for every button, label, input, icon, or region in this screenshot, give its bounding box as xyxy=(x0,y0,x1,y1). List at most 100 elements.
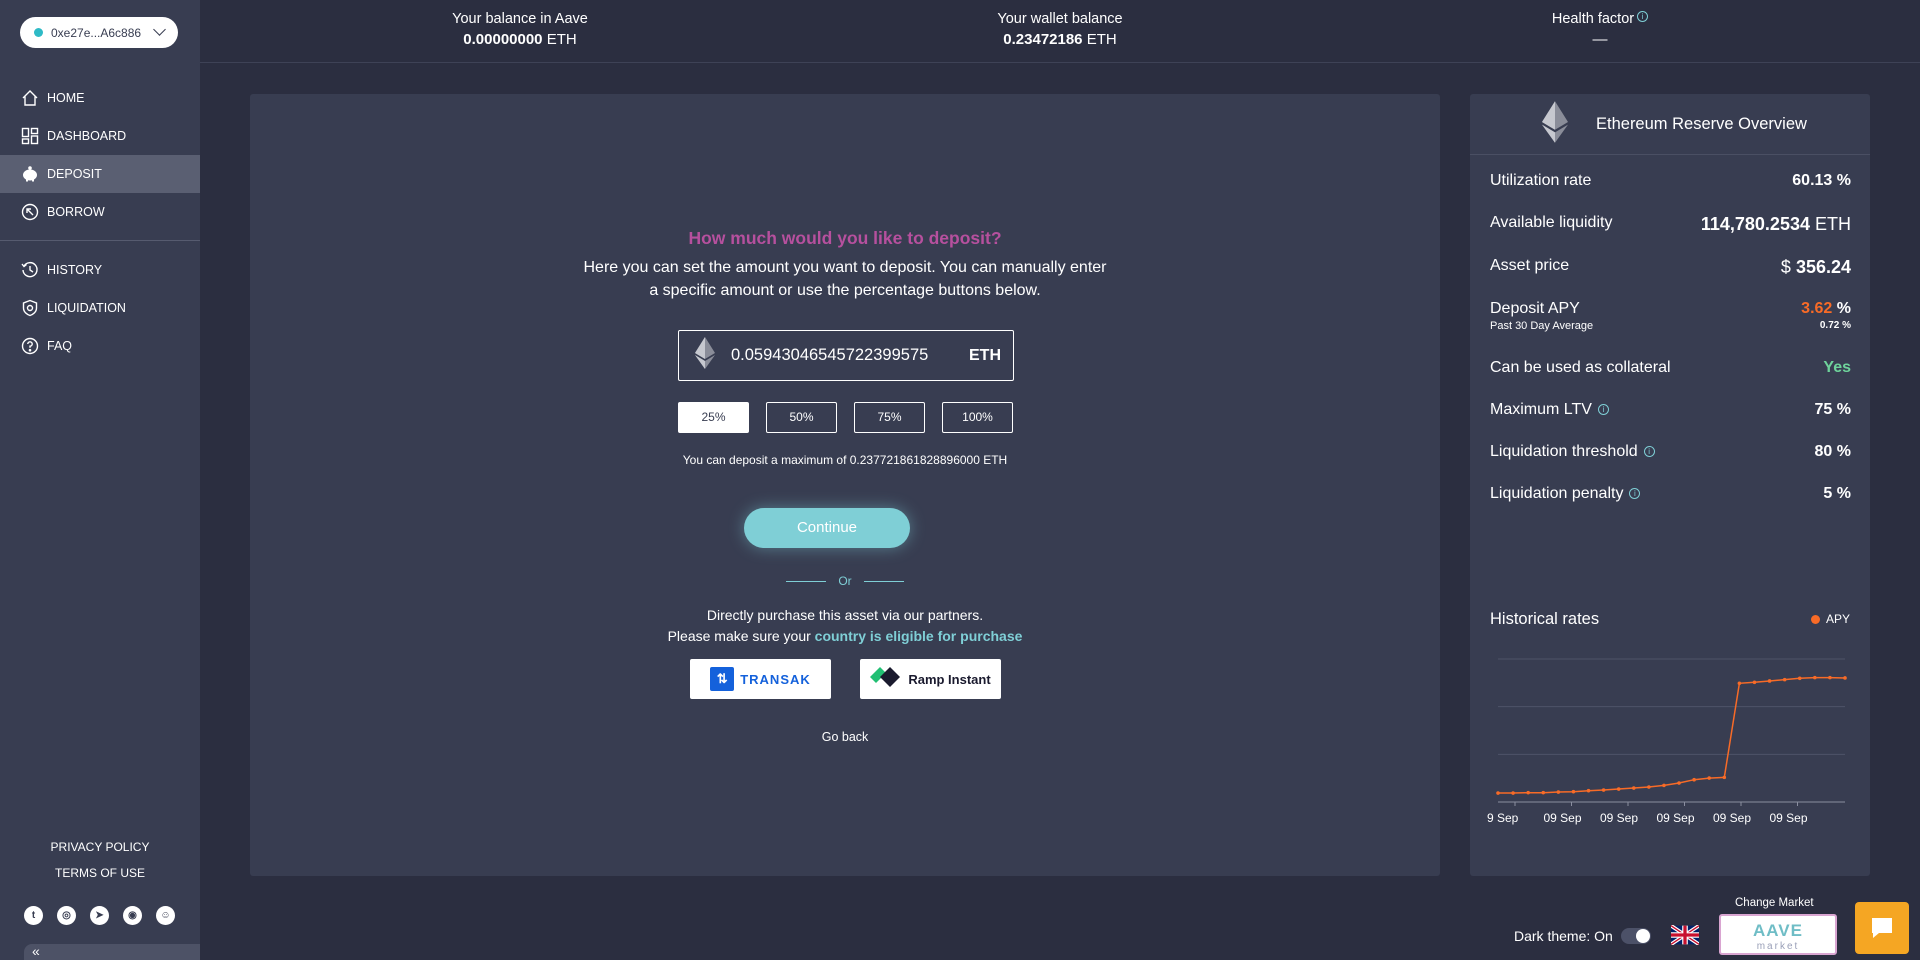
apy-data-point xyxy=(1662,783,1666,788)
nav-item-label: FAQ xyxy=(47,339,73,353)
info-icon[interactable]: i xyxy=(1643,446,1655,458)
nav-item-dashboard[interactable]: DASHBOARD xyxy=(0,117,200,155)
apy-data-point xyxy=(1707,776,1712,780)
or-divider: Or xyxy=(250,574,1440,588)
apy-data-point xyxy=(1843,676,1847,680)
info-icon[interactable]: i xyxy=(1637,11,1649,22)
wallet-balance: Your wallet balance 0.23472186 ETH xyxy=(960,11,1160,48)
partner-line-1: Directly purchase this asset via our par… xyxy=(706,607,984,623)
aave-balance-value: 0.00000000 xyxy=(463,31,543,48)
utilization-label: Utilization rate xyxy=(1490,172,1592,189)
partner-line-2: Please make sure your xyxy=(667,628,815,644)
reserve-overview-panel: Ethereum Reserve Overview Utilization ra… xyxy=(1470,94,1870,876)
liquidity-label: Available liquidity xyxy=(1490,214,1613,231)
instagram-icon[interactable]: ◎ xyxy=(57,906,76,925)
aave-balance: Your balance in Aave 0.00000000 ETH xyxy=(420,11,620,48)
amount-value[interactable]: 0.05943046545722399575 xyxy=(731,346,969,365)
apy-data-point xyxy=(1828,675,1832,680)
max-deposit-note: You can deposit a maximum of 0.237721861… xyxy=(682,453,1008,467)
threshold-label: Liquidation threshold xyxy=(1490,443,1638,460)
chart-x-tick-label: 9 Sep xyxy=(1487,811,1519,825)
market-name: AAVE xyxy=(1753,921,1803,940)
wallet-address-button[interactable]: 0xe27e...A6c886 xyxy=(20,17,178,48)
deposit-apy-unit: % xyxy=(1836,300,1851,317)
ramp-button[interactable]: Ramp Instant xyxy=(860,659,1001,699)
continue-button[interactable]: Continue xyxy=(744,508,910,548)
historical-rates-title: Historical rates xyxy=(1490,610,1600,628)
amount-input[interactable]: 0.05943046545722399575 ETH xyxy=(678,330,1014,381)
eligibility-link[interactable]: country is eligible for purchase xyxy=(815,628,1023,644)
deposit-apy-value: 3.62 xyxy=(1801,300,1833,317)
asset-price-currency: $ xyxy=(1780,257,1791,277)
apy-data-point xyxy=(1616,787,1621,791)
percent-50-button[interactable]: 50% xyxy=(766,402,837,433)
wallet-balance-label: Your wallet balance xyxy=(997,11,1123,27)
social-links: t ◎ ➤ ◉ ☺ xyxy=(24,906,175,925)
penalty-label: Liquidation penalty xyxy=(1490,485,1624,502)
ltv-label: Maximum LTV xyxy=(1490,401,1592,418)
nav-item-liquidation[interactable]: LIQUIDATION xyxy=(0,289,200,327)
deposit-question: How much would you like to deposit? xyxy=(688,228,1002,248)
nav-item-home[interactable]: HOME xyxy=(0,79,200,117)
transak-logo-icon: ⇅ xyxy=(710,667,735,691)
chat-icon xyxy=(1872,918,1892,938)
apy-data-point xyxy=(1556,790,1561,794)
liquidity-value: 114,780.2534 xyxy=(1700,214,1810,234)
nav-item-history[interactable]: HISTORY xyxy=(0,251,200,289)
twitter-icon[interactable]: t xyxy=(24,906,43,925)
reserve-header: Ethereum Reserve Overview xyxy=(1470,94,1870,155)
info-icon[interactable]: i xyxy=(1629,488,1641,500)
uk-flag-icon[interactable] xyxy=(1671,925,1699,945)
percent-100-button[interactable]: 100% xyxy=(942,402,1013,433)
nav-item-borrow[interactable]: BORROW xyxy=(0,193,200,231)
apy-data-point xyxy=(1586,788,1591,793)
amount-unit: ETH xyxy=(969,346,1001,364)
chart-x-tick-label: 09 Sep xyxy=(1600,811,1638,825)
apy-data-point xyxy=(1541,790,1546,795)
dark-theme-toggle-row: Dark theme: On xyxy=(1514,928,1651,944)
github-icon[interactable]: ◉ xyxy=(123,906,142,925)
terms-of-use-link[interactable]: TERMS OF USE xyxy=(0,866,200,880)
info-icon[interactable]: i xyxy=(1597,404,1609,416)
change-market-label: Change Market xyxy=(1735,897,1814,909)
chart-x-tick-label: 09 Sep xyxy=(1544,811,1582,825)
chart-x-tick-label: 09 Sep xyxy=(1713,811,1751,825)
apy-data-point xyxy=(1511,791,1515,795)
privacy-policy-link[interactable]: PRIVACY POLICY xyxy=(0,840,200,854)
discord-icon[interactable]: ☺ xyxy=(156,906,175,925)
wallet-balance-unit: ETH xyxy=(1086,31,1117,48)
ramp-label: Ramp Instant xyxy=(908,671,991,687)
threshold-value: 80 % xyxy=(1814,443,1851,460)
collapse-sidebar-button[interactable]: « xyxy=(24,944,200,960)
go-back-link[interactable]: Go back xyxy=(250,730,1440,744)
chart-x-tick-label: 09 Sep xyxy=(1770,811,1808,825)
apy-data-point xyxy=(1647,785,1651,789)
home-icon xyxy=(20,88,40,108)
sidebar: 0xe27e...A6c886 HOME DASHBOARD DEPOSIT B… xyxy=(0,0,200,960)
apy-data-point xyxy=(1677,781,1681,785)
nav-item-deposit[interactable]: DEPOSIT xyxy=(0,155,200,193)
borrow-icon xyxy=(20,202,40,222)
piggy-bank-icon xyxy=(20,164,40,184)
nav-item-label: HOME xyxy=(47,91,85,105)
utilization-value: 60.13 xyxy=(1792,172,1833,189)
apy-data-point xyxy=(1767,679,1772,683)
legend-dot xyxy=(1810,614,1820,624)
collateral-label: Can be used as collateral xyxy=(1490,359,1671,376)
percent-75-button[interactable]: 75% xyxy=(854,402,925,433)
dark-theme-toggle[interactable] xyxy=(1620,928,1651,944)
transak-button[interactable]: ⇅ TRANSAK xyxy=(690,659,831,699)
percent-25-button[interactable]: 25% xyxy=(678,402,749,433)
dark-theme-label: Dark theme: On xyxy=(1514,928,1613,944)
market-selector[interactable]: AAVE market xyxy=(1719,914,1837,955)
penalty-value: 5 % xyxy=(1823,485,1851,502)
apy-data-point xyxy=(1752,680,1757,685)
deposit-panel: How much would you like to deposit? Here… xyxy=(250,94,1440,876)
telegram-icon[interactable]: ➤ xyxy=(90,906,109,925)
wallet-address: 0xe27e...A6c886 xyxy=(51,25,142,40)
nav-item-faq[interactable]: FAQ xyxy=(0,327,200,365)
apy-series-line xyxy=(1498,676,1846,794)
ramp-logo-icon xyxy=(870,666,902,693)
chat-button[interactable] xyxy=(1855,902,1909,954)
apy-average-label: Past 30 Day Average xyxy=(1490,320,1594,332)
